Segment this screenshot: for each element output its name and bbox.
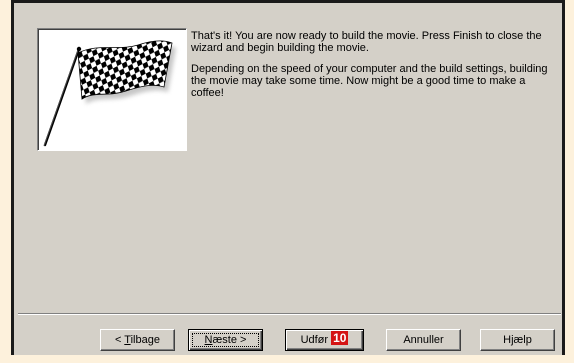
back-button-arrow: < (115, 334, 125, 346)
help-button-label: Hjælp (503, 334, 532, 346)
checkered-flag-icon (43, 40, 176, 147)
back-button[interactable]: < Tilbage (100, 329, 175, 351)
wizard-illustration (37, 28, 187, 151)
finish-button-label: Udfør (300, 334, 329, 346)
cancel-button[interactable]: Annuller (386, 329, 461, 351)
finish-button-badge: 10 (331, 331, 349, 345)
outer-frame-bottom (0, 355, 574, 363)
help-button[interactable]: Hjælp (480, 329, 555, 351)
back-button-label: ilbage (130, 334, 160, 346)
finish-button[interactable]: Udfør 10 (285, 329, 364, 351)
footer-separator (18, 313, 561, 315)
next-button[interactable]: Næste > (188, 329, 263, 351)
wizard-message-ready: That's it! You are now ready to build th… (191, 30, 542, 54)
wizard-dialog: That's it! You are now ready to build th… (11, 0, 565, 355)
outer-frame-right (565, 0, 574, 363)
wizard-message-duration: Depending on the speed of your computer … (191, 63, 548, 99)
outer-frame-left (0, 0, 11, 363)
wizard-message: That's it! You are now ready to build th… (191, 30, 556, 108)
focus-rectangle (192, 333, 259, 347)
cancel-button-label: Annuller (403, 334, 444, 346)
